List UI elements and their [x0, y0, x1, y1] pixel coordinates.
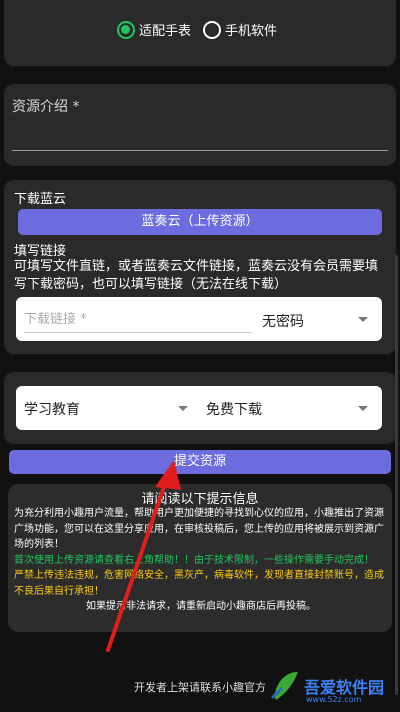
chevron-down-icon[interactable]: [358, 406, 368, 411]
radio-watch-option[interactable]: 适配手表: [116, 20, 191, 39]
category-select-box: 学习教育 免费下载: [16, 386, 382, 430]
platform-radio-group: 适配手表 手机软件: [4, 20, 396, 39]
notice-paragraph-warning: 严禁上传违法违规，危害网络安全，黑灰产，病毒软件，发现者直接封禁账号，造成不良后…: [14, 570, 384, 597]
download-card: 下载蓝云 蓝奏云（上传资源） 填写链接 可填写文件直链，或者蓝奏云文件链接，蓝奏…: [4, 180, 396, 354]
fill-link-label: 填写链接: [14, 244, 67, 259]
chevron-down-icon[interactable]: [178, 406, 188, 411]
notice-title: 请阅读以下提示信息: [141, 492, 259, 507]
notice-body: 为充分利用小趣用户流量，帮助用户更加便捷的寻找到心仪的应用，小趣推出了资源广场功…: [14, 506, 388, 615]
download-type-select[interactable]: 免费下载: [206, 399, 262, 419]
download-link-input[interactable]: 下载链接 *: [24, 307, 252, 333]
description-card: 资源介绍 *: [4, 84, 396, 166]
password-select[interactable]: 无密码: [262, 311, 304, 331]
lanzou-upload-button[interactable]: 蓝奏云（上传资源）: [18, 209, 382, 235]
radio-phone-option[interactable]: 手机软件: [203, 20, 277, 39]
radio-phone-label[interactable]: 手机软件: [225, 20, 277, 39]
notice-paragraph-restart: 如果提示非法请求，请重新启动小趣商店后再投稿。: [86, 601, 316, 612]
notice-card: 请阅读以下提示信息 为充分利用小趣用户流量，帮助用户更加便捷的寻找到心仪的应用，…: [8, 484, 392, 632]
download-section-title: 下载蓝云: [14, 192, 67, 207]
scrollbar[interactable]: [395, 255, 398, 695]
chevron-down-icon[interactable]: [358, 317, 368, 322]
watermark: 吾爱软件园 www.52z.com: [268, 668, 398, 710]
fill-link-description: 可填写文件直链，或者蓝奏云文件链接，蓝奏云没有会员需要填写下载密码，也可以填写链…: [14, 259, 379, 292]
watermark-url: www.52z.com: [306, 695, 362, 704]
radio-watch-checked-icon[interactable]: [116, 20, 135, 39]
description-label: 资源介绍 *: [12, 99, 80, 115]
radio-phone-unchecked-icon[interactable]: [203, 20, 221, 39]
link-input-box: 下载链接 * 无密码: [16, 297, 382, 341]
radio-watch-label[interactable]: 适配手表: [139, 20, 191, 39]
category-card: 学习教育 免费下载: [4, 372, 396, 444]
description-input[interactable]: [12, 150, 388, 151]
watermark-logo-icon: [270, 672, 298, 700]
notice-paragraph-intro: 为充分利用小趣用户流量，帮助用户更加便捷的寻找到心仪的应用，小趣推出了资源广场功…: [14, 508, 384, 550]
category-select[interactable]: 学习教育: [24, 399, 80, 419]
submit-resource-button[interactable]: 提交资源: [9, 450, 391, 474]
notice-paragraph-help: 首次使用上传资源请查看右上角帮助！！由于技术限制，一些操作需要手动完成！: [14, 554, 374, 566]
platform-card: 适配手表 手机软件: [4, 0, 396, 66]
